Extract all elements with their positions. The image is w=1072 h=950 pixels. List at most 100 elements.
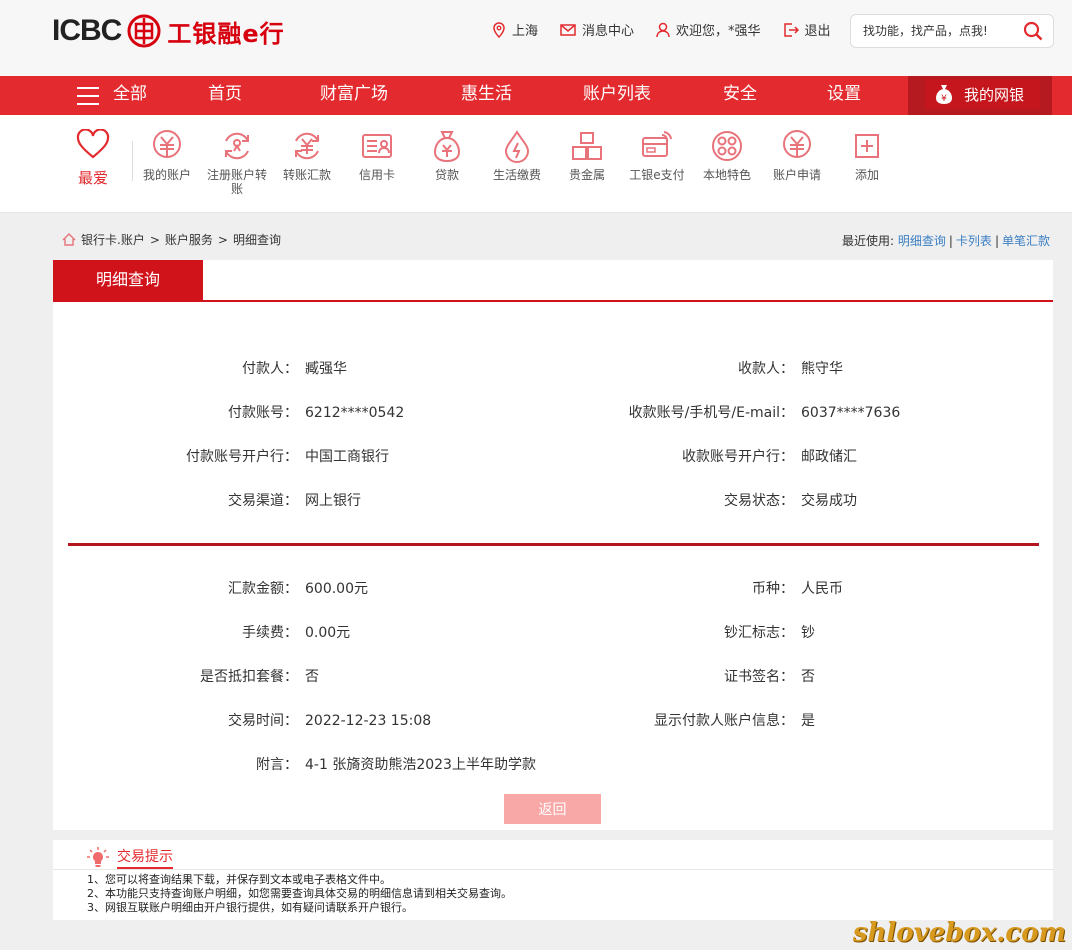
fee-label: 手续费： [242,625,298,641]
panel-title-underline [53,300,1053,302]
icbc-logo[interactable]: ICBC 工银融e行 [52,12,285,50]
message-center-link[interactable]: 消息中心 [560,20,634,39]
local-icon [712,131,742,161]
channel-label: 交易渠道： [228,493,298,509]
svg-text:¥: ¥ [941,94,947,104]
nav-home[interactable]: 首页 [208,76,242,115]
tip-item: 3、网银互联账户明细由开户银行提供，如有疑问请联系开户银行。 [87,901,413,914]
my-bank-button[interactable]: ¥ 我的网银 [925,79,1040,109]
shortcut-life-payment[interactable]: 生活缴费 [485,129,549,182]
tips-list: 1、您可以将查询结果下载，并保存到文本或电子表格文件中。 2、本功能只支持查询账… [87,873,512,915]
recent-used: 最近使用: 明细查询 | 卡列表 | 单笔汇款 [841,234,1050,248]
favorites-label: 最爱 [77,169,108,187]
crumb-account-service[interactable]: 账户服务 [165,231,213,248]
nav-settings[interactable]: 设置 [827,76,861,115]
cert-sign-label: 证书签名： [724,669,794,685]
cert-sign-value: 否 [801,669,815,685]
shortcut-label: 贵金属 [568,168,605,182]
back-button[interactable]: 返回 [504,794,601,824]
my-bank-tab[interactable]: ¥ 我的网银 [908,76,1052,115]
shortcut-loan[interactable]: 贷款 [415,129,479,182]
detail-row: 是否抵扣套餐： 否 证书签名： 否 [53,667,1053,687]
shortcut-label: 贷款 [434,168,459,182]
shortcut-label: 生活缴费 [492,168,541,182]
mail-icon [560,23,576,36]
location-label: 上海 [512,24,539,39]
currency-label: 币种： [752,581,794,597]
home-icon[interactable] [62,233,76,246]
shortcut-transfer[interactable]: 转账汇款 [275,129,339,182]
shortcut-add[interactable]: 添加 [835,129,899,182]
nav-wealth[interactable]: 财富广场 [320,76,388,115]
payer-bank-value: 中国工商银行 [305,449,389,465]
tips-divider [53,869,1053,870]
payer-bank-label: 付款账号开户行： [186,449,298,465]
shortcut-precious-metal[interactable]: 贵金属 [555,129,619,182]
shortcut-label: 添加 [854,168,879,182]
nav-security[interactable]: 安全 [723,76,757,115]
recent-link-remit[interactable]: 单笔汇款 [1002,234,1050,248]
shortcut-my-account[interactable]: 我的账户 [135,129,199,182]
drop-icon [504,130,530,163]
payee-account-value: 6037****7636 [801,405,901,421]
hamburger-icon[interactable] [77,87,99,105]
top-links: 上海 消息中心 欢迎您，*强华 退出 [492,20,853,39]
tip-item: 2、本功能只支持查询账户明细，如您需要查询具体交易的明细信息请到相关交易查询。 [87,887,512,900]
status-value: 交易成功 [801,493,857,509]
welcome-label: 欢迎您，*强华 [676,24,761,39]
shortcut-account-apply[interactable]: 账户申请 [765,129,829,182]
shortcut-label: 我的账户 [142,168,191,182]
crumb-detail-query: 明细查询 [232,233,281,247]
credit-card-icon [362,134,392,158]
search-input[interactable] [863,24,1023,38]
recent-link-detail[interactable]: 明细查询 [898,234,946,248]
time-label: 交易时间： [228,713,298,729]
payee-account-label: 收款账号/手机号/E-mail： [628,405,794,421]
shortcut-bar: 最爱 我的账户 注册账户转账 转账汇款 信用卡 贷款 生活缴费 贵金属 工银e支… [0,115,1072,213]
account-apply-icon [783,130,811,158]
shortcut-register-transfer[interactable]: 注册账户转账 [205,129,269,196]
watermark: shlovebox.com [852,918,1066,948]
payer-account-label: 付款账号： [228,405,298,421]
detail-row: 汇款金额： 600.00元 币种： 人民币 [53,579,1053,599]
detail-row: 交易渠道： 网上银行 交易状态： 交易成功 [53,491,1053,511]
shortcut-credit-card[interactable]: 信用卡 [345,129,409,182]
add-icon [855,134,879,158]
show-payer-label: 显示付款人账户信息： [654,713,794,729]
favorites-button[interactable]: 最爱 [73,128,113,188]
divider [132,141,133,181]
search-box [850,14,1054,48]
welcome-user[interactable]: 欢迎您，*强华 [656,20,761,39]
logo-cn-text: 工银融e行 [167,19,285,48]
recent-label: 最近使用: [841,234,895,248]
shortcut-local[interactable]: 本地特色 [695,129,759,182]
location-pin-icon [493,21,505,38]
logout-label: 退出 [804,24,831,39]
shortcut-label: 转账汇款 [282,168,331,182]
header: ICBC 工银融e行 上海 消息中心 欢迎您，*强华 退出 [0,0,1072,76]
memo-value: 4-1 张旖资助熊浩2023上半年助学款 [305,757,536,773]
breadcrumb: 银行卡.账户 > 账户服务 > 明细查询 [62,231,281,248]
shortcut-epay[interactable]: 工银e支付 [625,129,689,182]
heart-icon [76,128,110,159]
detail-row: 交易时间： 2022-12-23 15:08 显示付款人账户信息： 是 [53,711,1053,731]
recent-link-cardlist[interactable]: 卡列表 [956,234,992,248]
tips-title: 交易提示 [117,846,173,869]
logout-link[interactable]: 退出 [783,20,831,39]
search-icon[interactable] [1023,21,1043,41]
money-bag-icon [433,131,461,163]
amount-label: 汇款金额： [228,581,298,597]
nav-all[interactable]: 全部 [113,76,147,115]
time-value: 2022-12-23 15:08 [305,713,432,729]
nav-accounts[interactable]: 账户列表 [583,76,651,115]
nav-life[interactable]: 惠生活 [461,76,512,115]
logout-icon [783,22,799,37]
detail-row: 付款账号开户行： 中国工商银行 收款账号开户行： 邮政储汇 [53,447,1053,467]
shortcut-label: 工银e支付 [629,168,685,182]
register-transfer-icon [225,132,249,160]
tips-header: 交易提示 [87,846,173,869]
tip-item: 1、您可以将查询结果下载，并保存到文本或电子表格文件中。 [87,873,391,886]
location-link[interactable]: 上海 [492,20,538,39]
amount-value: 600.00元 [305,581,368,597]
crumb-card-account[interactable]: 银行卡.账户 [81,231,145,248]
